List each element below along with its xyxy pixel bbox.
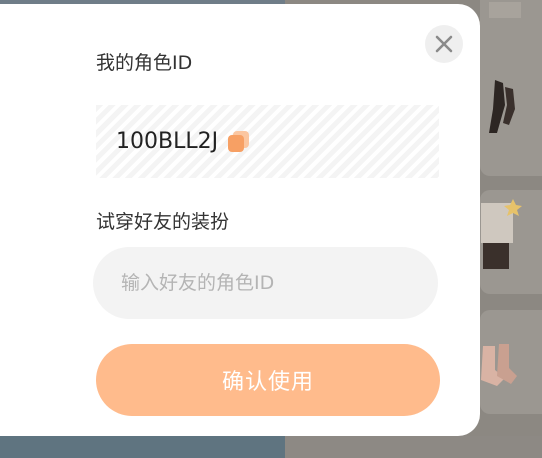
friend-id-input[interactable]	[93, 247, 438, 319]
my-id-display: 100BLL2J	[96, 105, 439, 178]
my-id-value: 100BLL2J	[116, 129, 219, 154]
close-button[interactable]	[425, 25, 463, 63]
copy-id-button[interactable]	[228, 130, 250, 153]
top-thumbnail-icon	[489, 2, 521, 18]
copy-icon	[228, 130, 250, 152]
confirm-use-button[interactable]: 确认使用	[96, 344, 440, 416]
try-friend-outfit-dialog: 我的角色ID 100BLL2J 试穿好友的装扮 确认使用	[0, 4, 480, 436]
background-floor-left	[0, 436, 285, 458]
heels-thumbnail-icon	[489, 80, 515, 133]
my-id-label: 我的角色ID	[96, 52, 193, 74]
background-floor	[0, 436, 542, 458]
try-friend-outfit-label: 试穿好友的装扮	[96, 211, 230, 233]
close-icon	[435, 35, 453, 53]
outfit-thumbnail-icon	[481, 199, 522, 269]
socks-thumbnail-icon	[481, 344, 517, 386]
